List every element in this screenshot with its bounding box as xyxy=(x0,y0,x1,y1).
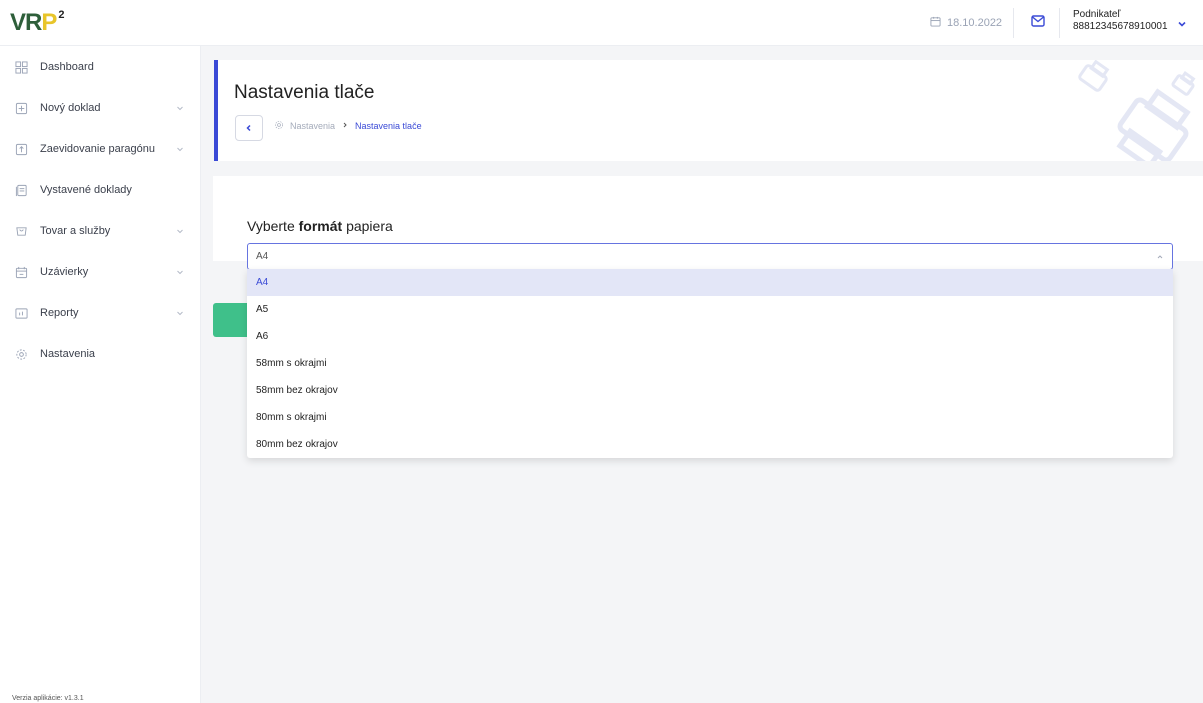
divider xyxy=(1013,8,1014,38)
user-menu[interactable]: Podnikateľ 88812345678910001 xyxy=(1073,9,1168,33)
app-logo[interactable]: VRP 2 xyxy=(10,8,65,38)
label-text: papiera xyxy=(342,218,393,234)
label-text: Vyberte xyxy=(247,218,299,234)
user-id: 88812345678910001 xyxy=(1073,21,1168,32)
mail-icon xyxy=(1031,14,1045,32)
paper-format-dropdown: A4 A5 A6 58mm s okrajmi 58mm bez okrajov… xyxy=(247,269,1173,458)
dropdown-option-80mm-bez-okrajov[interactable]: 80mm bez okrajov xyxy=(247,431,1173,458)
dropdown-option-80mm-s-okrajmi[interactable]: 80mm s okrajmi xyxy=(247,404,1173,431)
breadcrumb-item-current: Nastavenia tlače xyxy=(355,121,422,131)
chevron-up-icon xyxy=(1156,253,1164,261)
cart-icon xyxy=(14,224,28,238)
save-button[interactable] xyxy=(213,303,249,337)
chevron-down-icon xyxy=(175,308,185,318)
sidebar: Dashboard Nový doklad Zaevidovanie parag… xyxy=(0,46,201,703)
dashboard-icon xyxy=(14,60,28,74)
dropdown-option-a4[interactable]: A4 xyxy=(247,269,1173,296)
sidebar-item-novy-doklad[interactable]: Nový doklad xyxy=(0,93,200,123)
dropdown-option-a5[interactable]: A5 xyxy=(247,296,1173,323)
sidebar-item-label: Nový doklad xyxy=(40,102,101,114)
chevron-down-icon xyxy=(175,144,185,154)
chevron-right-icon xyxy=(341,121,349,131)
sidebar-item-label: Tovar a služby xyxy=(40,225,111,237)
dropdown-option-58mm-s-okrajmi[interactable]: 58mm s okrajmi xyxy=(247,350,1173,377)
dropdown-option-a6[interactable]: A6 xyxy=(247,323,1173,350)
chevron-down-icon[interactable] xyxy=(1176,17,1188,29)
app-version: Verzia aplikácie: v1.3.1 xyxy=(12,695,84,702)
current-date: 18.10.2022 xyxy=(930,13,1002,33)
sidebar-item-label: Uzávierky xyxy=(40,266,89,278)
sidebar-item-dashboard[interactable]: Dashboard xyxy=(0,52,200,82)
gear-icon xyxy=(14,347,28,361)
sidebar-item-uzavierky[interactable]: Uzávierky xyxy=(0,257,200,287)
report-icon xyxy=(14,306,28,320)
sidebar-item-tovar-a-sluzby[interactable]: Tovar a služby xyxy=(0,216,200,246)
sidebar-item-label: Reporty xyxy=(40,307,79,319)
sidebar-item-zaevidovanie-paragonu[interactable]: Zaevidovanie paragónu xyxy=(0,134,200,164)
sidebar-item-reporty[interactable]: Reporty xyxy=(0,298,200,328)
breadcrumb: Nastavenia Nastavenia tlače xyxy=(274,120,422,132)
settings-card: Vyberte formát papiera A4 xyxy=(213,176,1203,270)
chevron-down-icon xyxy=(175,226,185,236)
calendar-icon xyxy=(930,16,941,30)
page-title: Nastavenia tlače xyxy=(234,82,375,103)
sidebar-item-vystavene-doklady[interactable]: Vystavené doklady xyxy=(0,175,200,205)
paper-format-select[interactable]: A4 xyxy=(247,243,1173,270)
date-text: 18.10.2022 xyxy=(947,17,1003,29)
chevron-down-icon xyxy=(175,103,185,113)
paper-format-label: Vyberte formát papiera xyxy=(247,218,393,234)
label-bold-text: formát xyxy=(298,218,343,234)
logo-superscript: 2 xyxy=(58,9,65,21)
sidebar-item-label: Nastavenia xyxy=(40,348,96,360)
upload-document-icon xyxy=(14,142,28,156)
back-button[interactable] xyxy=(235,115,263,141)
add-document-icon xyxy=(14,101,28,115)
divider xyxy=(1059,8,1060,38)
documents-icon xyxy=(14,183,28,197)
sidebar-item-label: Dashboard xyxy=(40,61,94,73)
breadcrumb-item-nastavenia[interactable]: Nastavenia xyxy=(290,121,335,131)
sidebar-item-label: Vystavené doklady xyxy=(40,184,132,196)
calendar-check-icon xyxy=(14,265,28,279)
chevron-down-icon xyxy=(175,267,185,277)
dropdown-option-58mm-bez-okrajov[interactable]: 58mm bez okrajov xyxy=(247,377,1173,404)
page-header: Nastavenia tlače Nastavenia Nastavenia t… xyxy=(214,60,1203,161)
logo-text: VRP xyxy=(10,9,57,36)
printer-illustration xyxy=(1033,60,1203,161)
top-bar: VRP 2 18.10.2022 Podnikateľ 888123456789… xyxy=(0,0,1203,46)
gear-icon xyxy=(274,120,284,132)
sidebar-item-label: Zaevidovanie paragónu xyxy=(40,143,155,155)
user-role: Podnikateľ xyxy=(1073,9,1121,20)
select-value: A4 xyxy=(256,251,269,262)
sidebar-item-nastavenia[interactable]: Nastavenia xyxy=(0,339,200,369)
chevron-left-icon xyxy=(245,119,253,137)
mail-button[interactable] xyxy=(1029,14,1047,32)
